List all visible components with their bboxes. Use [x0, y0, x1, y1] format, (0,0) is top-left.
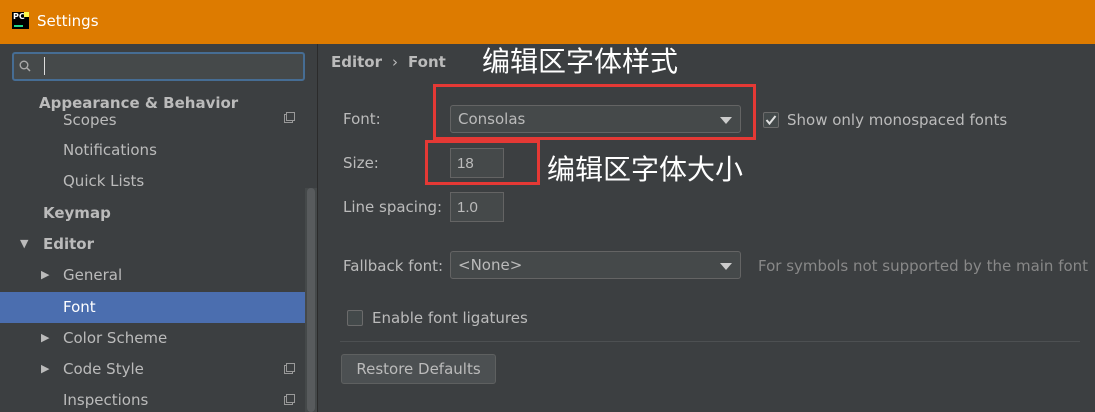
fallback-font-hint: For symbols not supported by the main fo… — [758, 257, 1089, 275]
ligatures-label[interactable]: Enable font ligatures — [372, 309, 528, 327]
sidebar-item-label: Code Style — [63, 360, 144, 378]
sidebar-item-color-scheme[interactable]: ▶ Color Scheme — [0, 323, 305, 353]
sidebar-item-label: Quick Lists — [63, 172, 145, 190]
expanded-arrow-icon[interactable]: ▼ — [20, 229, 28, 259]
project-scope-icon — [284, 363, 295, 374]
sidebar-item-label: Font — [63, 298, 96, 316]
sidebar-item-notifications[interactable]: Notifications — [0, 135, 305, 165]
window-title: Settings — [37, 12, 99, 30]
search-input[interactable] — [44, 57, 295, 75]
ligatures-checkbox[interactable] — [347, 310, 363, 326]
sidebar-item-inspections[interactable]: Inspections — [0, 385, 305, 412]
fallback-font-value: <None> — [458, 256, 523, 274]
sidebar-item-label: Inspections — [63, 391, 149, 409]
collapsed-arrow-icon[interactable]: ▶ — [41, 323, 49, 353]
monospaced-checkbox[interactable] — [763, 112, 779, 128]
font-style-highlight-box — [433, 84, 756, 140]
checkmark-icon — [765, 115, 777, 126]
breadcrumb-separator: › — [392, 53, 398, 71]
project-scope-icon — [284, 394, 295, 405]
sidebar-item-label: Editor — [43, 235, 94, 253]
collapsed-arrow-icon[interactable]: ▶ — [41, 354, 49, 384]
sidebar-item-scopes[interactable]: Scopes — [0, 106, 305, 134]
fallback-font-combobox[interactable]: <None> — [450, 251, 741, 279]
sidebar-item-quick-lists[interactable]: Quick Lists — [0, 166, 305, 196]
dropdown-arrow-icon — [720, 263, 732, 270]
separator — [340, 341, 1080, 342]
sidebar-item-label: Keymap — [43, 204, 111, 222]
sidebar-item-label: Notifications — [63, 141, 157, 159]
search-box[interactable] — [12, 52, 305, 81]
sidebar-scrollbar-thumb[interactable] — [307, 188, 315, 412]
sidebar-item-label: Color Scheme — [63, 329, 168, 347]
font-style-annotation: 编辑区字体样式 — [482, 45, 679, 78]
collapsed-arrow-icon[interactable]: ▶ — [41, 260, 49, 290]
breadcrumb-current: Font — [408, 53, 446, 71]
monospaced-label[interactable]: Show only monospaced fonts — [787, 111, 1007, 129]
restore-defaults-button[interactable]: Restore Defaults — [341, 354, 496, 384]
search-icon — [19, 60, 31, 72]
font-label: Font: — [343, 110, 381, 128]
line-spacing-input[interactable] — [450, 192, 504, 222]
settings-sidebar: Appearance & Behavior Scopes Notificatio… — [0, 44, 317, 412]
breadcrumb: Editor › Font — [331, 53, 446, 71]
sidebar-scrollbar[interactable] — [305, 188, 317, 412]
sidebar-item-label: Scopes — [63, 111, 117, 129]
sidebar-item-general[interactable]: ▶ General — [0, 260, 305, 290]
sidebar-item-label: General — [63, 266, 123, 284]
font-size-highlight-box — [425, 140, 540, 185]
sidebar-item-code-style[interactable]: ▶ Code Style — [0, 354, 305, 384]
project-scope-icon — [284, 112, 295, 123]
size-label: Size: — [343, 154, 379, 172]
fallback-font-label: Fallback font: — [343, 257, 444, 275]
pycharm-icon: PC — [12, 12, 29, 29]
font-settings-panel: Editor › Font 编辑区字体样式 Font: Consolas Show … — [318, 44, 1095, 412]
breadcrumb-parent[interactable]: Editor — [331, 53, 382, 71]
sidebar-item-font[interactable]: Font — [0, 292, 317, 323]
line-spacing-label: Line spacing: — [343, 198, 443, 216]
sidebar-item-editor[interactable]: ▼ Editor — [0, 229, 305, 259]
title-bar: PC Settings — [0, 0, 1095, 44]
sidebar-item-keymap[interactable]: Keymap — [0, 198, 305, 228]
font-size-annotation: 编辑区字体大小 — [547, 153, 744, 186]
